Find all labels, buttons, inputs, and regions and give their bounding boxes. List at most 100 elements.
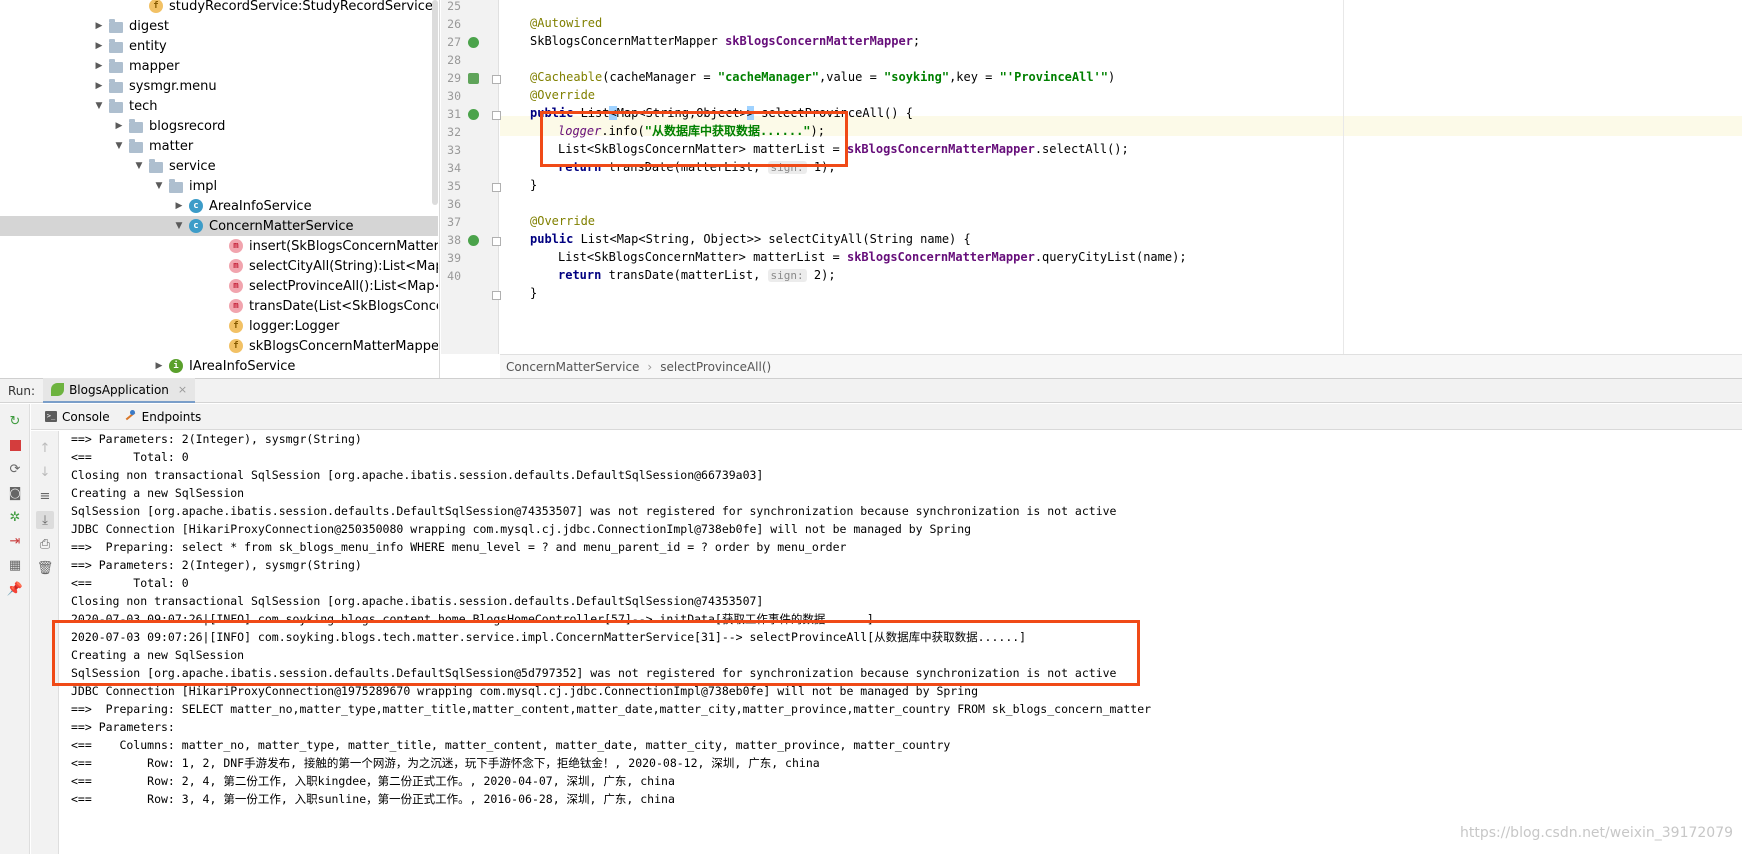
chevron-right-icon[interactable]: ▶ [92,21,106,31]
tree-item-label: blogsrecord [149,118,226,134]
scroll-to-end-icon[interactable]: ⤓ [36,511,54,529]
tree-item[interactable]: ▶mselectProvinceAll():List<Map<String, O… [0,276,438,296]
chevron-right-icon[interactable]: ▶ [152,361,166,371]
chevron-right-icon[interactable]: ▶ [112,121,126,131]
tree-item-label: tech [129,98,158,114]
tree-item[interactable]: ▶ c AreaInfoService [0,196,438,216]
tree-item[interactable]: ▶minsert(SkBlogsConcernMatter):int [0,236,438,256]
cacheable-icon[interactable] [468,73,479,84]
up-arrow-icon[interactable]: ↑ [36,439,54,457]
tab-endpoints[interactable]: Endpoints [124,410,201,424]
tree-item-label: AreaInfoService [209,198,312,214]
tree-item[interactable]: ▼ c ConcernMatterService [0,216,438,236]
tree-item[interactable]: ▶ i IAreaInfoService [0,356,438,376]
rerun-icon[interactable]: ↻ [6,412,24,430]
tree-scrollbar[interactable] [432,0,438,205]
parameter-hint: sign: [767,269,807,282]
field-icon-glyph: f [149,0,163,13]
fold-toggle-icon[interactable] [492,183,501,192]
tree-item[interactable]: ▶ sysmgr.menu [0,76,438,96]
tree-item[interactable]: ▶flogger:Logger [0,316,438,336]
folder-shape [109,38,123,53]
endpoints-icon [124,410,137,423]
field-icon-glyph: f [229,339,243,353]
stop-icon[interactable] [6,436,24,454]
console-line: ==> Parameters: 2(Integer), sysmgr(Strin… [71,432,362,446]
chevron-down-icon[interactable]: ▼ [152,181,166,191]
debug-icon[interactable]: ✲ [6,508,24,526]
folder-icon [108,98,124,114]
breadcrumb-separator-icon: › [647,359,653,374]
field-icon: f [228,338,244,354]
tree-item[interactable]: ▼ tech [0,96,438,116]
breadcrumb-class[interactable]: ConcernMatterService [506,360,639,374]
console-line: <== Total: 0 [71,576,189,590]
project-tree[interactable]: ▶ f studyRecordService:StudyRecordService ▶… [0,0,440,378]
run-label: Run: [8,383,36,398]
print-icon[interactable]: ⎙ [36,535,54,553]
tree-item[interactable]: ▶mselectCityAll(String):List<Map<String,… [0,256,438,276]
down-arrow-icon[interactable]: ↓ [36,463,54,481]
chevron-right-icon[interactable]: ▶ [92,61,106,71]
dump-threads-icon[interactable]: ◙ [6,484,24,502]
chevron-right-icon[interactable]: ▶ [92,81,106,91]
fold-toggle-icon[interactable] [492,75,501,84]
console-line: ==> Preparing: select * from sk_blogs_me… [71,540,847,554]
tree-item[interactable]: ▶mtransDate(List<SkBlogsConcernMatter>, … [0,296,438,316]
exit-icon[interactable]: ⇥ [6,532,24,550]
console-line: <== Row: 3, 4, 第一份工作, 入职sunline，第一份正式工作。… [71,792,675,806]
chevron-right-icon[interactable]: ▶ [92,41,106,51]
class-icon-glyph: c [189,219,203,233]
chevron-down-icon[interactable]: ▼ [92,101,106,111]
override-method-icon[interactable] [468,109,479,120]
console-line: ==> Parameters: [71,720,182,734]
folder-icon [168,178,184,194]
code-line-37: public List<Map<String, Object>> selectC… [530,232,971,246]
code-line-28: @Cacheable(cacheManager = "cacheManager"… [530,70,1116,84]
tree-item[interactable]: ▶fskBlogsConcernMatterMapper:SkBlogsConc… [0,336,438,356]
fold-toggle-icon[interactable] [492,237,501,246]
layout-icon[interactable]: ▦ [6,556,24,574]
tree-item[interactable]: ▼ service [0,156,438,176]
chevron-right-icon[interactable]: ▶ [172,201,186,211]
fold-toggle-icon[interactable] [492,291,501,300]
code-line-36: @Override [530,214,596,228]
bean-injection-icon[interactable] [468,37,479,48]
pin-icon[interactable]: 📌 [6,580,24,598]
folder-icon [108,38,124,54]
console-icon: >_ [45,411,57,422]
tree-item[interactable]: ▼ impl [0,176,438,196]
soft-wrap-icon[interactable]: ≡ [36,487,54,505]
fold-toggle-icon[interactable] [492,111,501,120]
tab-console[interactable]: >_ Console [45,410,110,424]
spring-boot-icon [51,383,65,396]
folder-shape [109,58,123,73]
folder-icon [108,18,124,34]
code-line-40: } [530,286,538,300]
restart-icon[interactable]: ⟳ [6,460,24,478]
code-line-29: @Override [530,88,596,102]
tree-item-label: skBlogsConcernMatterMapper:SkBlogsConcer… [249,338,438,354]
run-config-tab[interactable]: BlogsApplication × [43,378,196,403]
chevron-down-icon[interactable]: ▼ [132,161,146,171]
tree-item-label: transDate(List<SkBlogsConcernMatter>, in… [249,298,438,314]
override-method-icon[interactable] [468,235,479,246]
tab-console-label: Console [62,409,110,424]
trash-icon[interactable]: 🗑 [36,559,54,577]
folder-icon [108,58,124,74]
chevron-down-icon[interactable]: ▼ [112,141,126,151]
line-number: 37 [447,215,461,229]
tree-item[interactable]: ▶ mapper [0,56,438,76]
chevron-down-icon[interactable]: ▼ [172,221,186,231]
tree-item[interactable]: ▶fstudyRecordService:StudyRecordService [0,0,438,16]
tree-item-label: impl [189,178,218,194]
breadcrumb-method[interactable]: selectProvinceAll() [660,360,771,374]
line-number: 27 [447,35,461,49]
close-tab-icon[interactable]: × [178,383,187,396]
class-icon-glyph: c [189,199,203,213]
tree-item[interactable]: ▶ entity [0,36,438,56]
code-line-39: return transDate(matterList, sign: 2); [558,268,836,282]
tree-item[interactable]: ▶ digest [0,16,438,36]
tree-item[interactable]: ▼ matter [0,136,438,156]
tree-item[interactable]: ▶ blogsrecord [0,116,438,136]
